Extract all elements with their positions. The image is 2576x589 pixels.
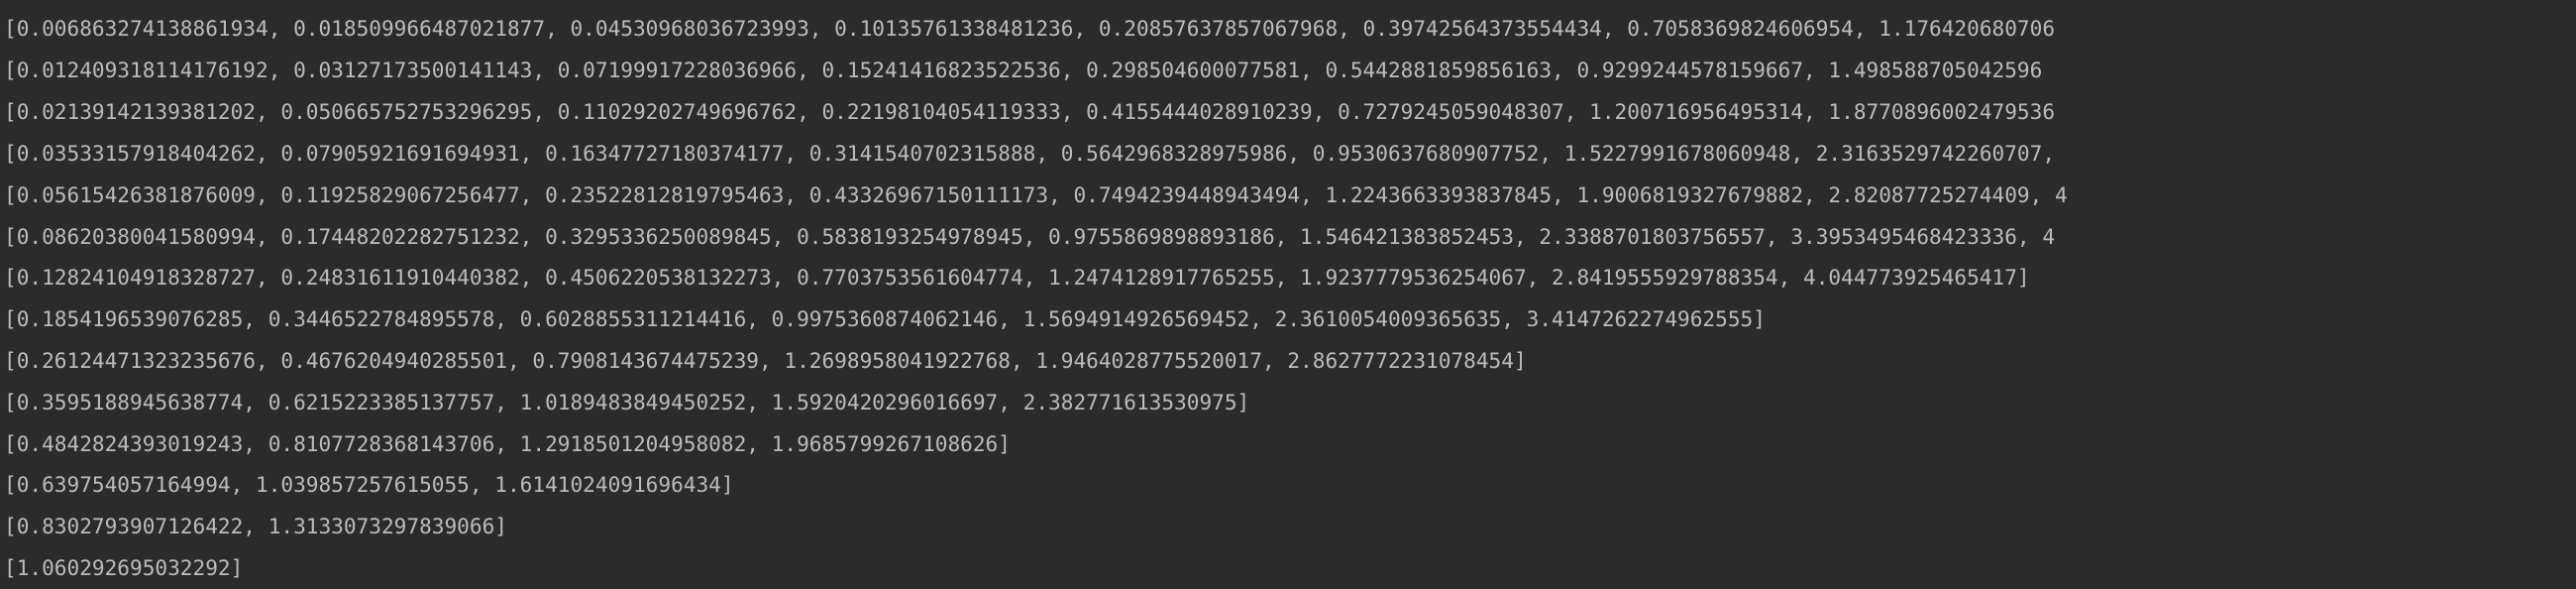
output-line: [0.3595188945638774, 0.6215223385137757,…	[4, 390, 1250, 414]
output-line: [1.060292695032292]	[4, 555, 244, 580]
output-line: [0.006863274138861934, 0.018509966487021…	[4, 16, 2056, 41]
console-output: [0.006863274138861934, 0.018509966487021…	[0, 0, 2576, 589]
output-line: [0.8302793907126422, 1.3133073297839066]	[4, 514, 507, 538]
output-line: [0.08620380041580994, 0.1744820228275123…	[4, 224, 2056, 249]
output-line: [0.012409318114176192, 0.031271735001411…	[4, 58, 2043, 82]
output-line: [0.05615426381876009, 0.1192582906725647…	[4, 182, 2068, 207]
output-line: [0.02139142139381202, 0.0506657527532962…	[4, 99, 2056, 124]
output-line: [0.26124471323235676, 0.4676204940285501…	[4, 348, 1527, 373]
output-line: [0.639754057164994, 1.039857257615055, 1…	[4, 472, 734, 497]
output-line: [0.1854196539076285, 0.3446522784895578,…	[4, 306, 1766, 331]
output-line: [0.4842824393019243, 0.8107728368143706,…	[4, 431, 1011, 456]
output-line: [0.12824104918328727, 0.2483161191044038…	[4, 265, 2030, 290]
output-line: [0.03533157918404262, 0.0790592169169493…	[4, 141, 2056, 166]
